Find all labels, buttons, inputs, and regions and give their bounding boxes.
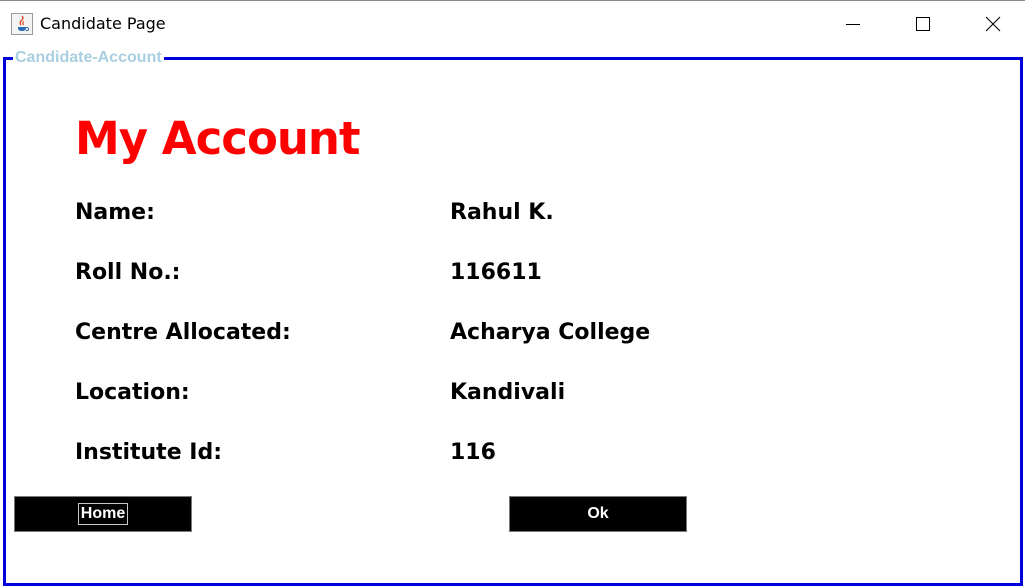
institute-id-value: 116 — [450, 440, 496, 465]
minimize-button[interactable] — [818, 1, 888, 47]
centre-allocated-label: Centre Allocated: — [75, 320, 291, 345]
java-cup-icon — [11, 13, 33, 35]
maximize-icon — [916, 17, 930, 31]
institute-id-label: Institute Id: — [75, 440, 223, 465]
page-title: My Account — [75, 112, 360, 165]
maximize-button[interactable] — [888, 1, 958, 47]
name-value: Rahul K. — [450, 200, 554, 225]
location-label: Location: — [75, 380, 190, 405]
centre-allocated-value: Acharya College — [450, 320, 651, 345]
location-value: Kandivali — [450, 380, 566, 405]
window-title: Candidate Page — [40, 14, 166, 33]
ok-button-label: Ok — [587, 505, 609, 522]
minimize-icon — [846, 24, 860, 25]
title-bar: Candidate Page — [0, 0, 1025, 46]
panel-legend: Candidate-Account — [13, 49, 164, 67]
ok-button[interactable]: Ok — [509, 496, 687, 532]
home-button[interactable]: Home — [14, 496, 192, 532]
roll-no-value: 116611 — [450, 260, 542, 285]
close-icon — [985, 16, 1001, 32]
home-button-label: Home — [77, 503, 129, 525]
name-label: Name: — [75, 200, 155, 225]
close-button[interactable] — [958, 1, 1025, 47]
roll-no-label: Roll No.: — [75, 260, 181, 285]
